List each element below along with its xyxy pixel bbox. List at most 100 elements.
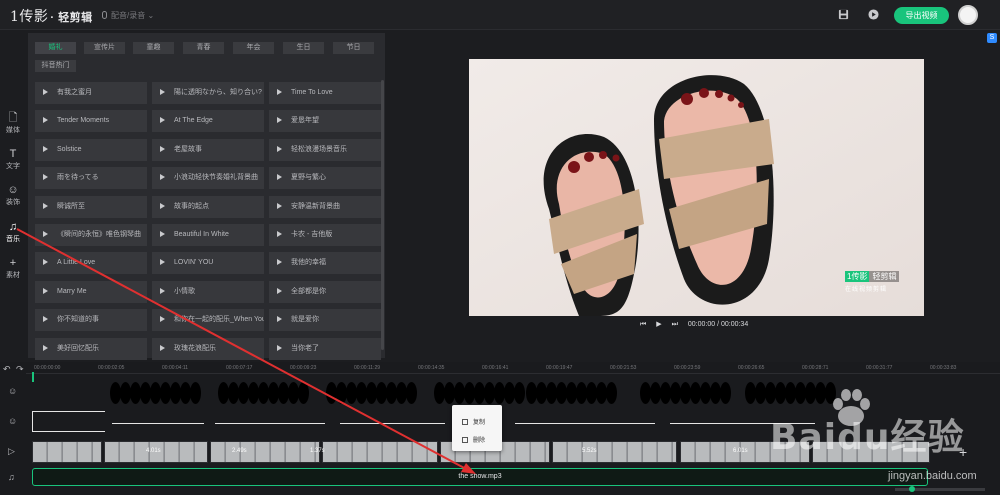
play-icon[interactable] (277, 145, 282, 152)
tab-annual[interactable]: 年会 (233, 42, 274, 54)
music-item[interactable]: Tender Moments (35, 110, 147, 133)
redo-icon[interactable]: ↷ (16, 364, 24, 375)
tab-kids[interactable]: 童趣 (133, 42, 174, 54)
tab-birthday[interactable]: 生日 (283, 42, 324, 54)
nav-decoration[interactable]: ☺ 装饰 (0, 183, 26, 207)
play-icon[interactable] (277, 287, 282, 294)
music-item[interactable]: 美好回忆配乐 (35, 337, 147, 360)
music-item[interactable]: At The Edge (152, 110, 264, 133)
video-clip[interactable] (210, 441, 320, 463)
text-clip[interactable] (32, 411, 105, 432)
sticker-clip[interactable] (720, 382, 731, 404)
music-item[interactable]: Marry Me (35, 280, 147, 303)
music-item[interactable]: 夏野与繁心 (269, 167, 381, 190)
play-icon[interactable] (160, 287, 165, 294)
playhead[interactable] (32, 372, 34, 382)
zoom-knob[interactable] (909, 486, 915, 492)
music-item[interactable]: 轻松浪漫场景音乐 (269, 138, 381, 161)
undo-icon[interactable]: ↶ (3, 364, 11, 375)
export-video-button[interactable]: 导出视频 (894, 7, 949, 24)
nav-media[interactable]: 🗋 媒体 (0, 111, 26, 135)
play-icon[interactable] (277, 117, 282, 124)
play-icon[interactable] (43, 287, 48, 294)
play-icon[interactable] (160, 259, 165, 266)
play-icon[interactable]: ▶ (656, 321, 661, 328)
sticker-clip[interactable] (406, 382, 417, 404)
music-item[interactable]: 《瞬间的永恒》唯色钢琴曲 (35, 224, 147, 246)
music-item[interactable]: Beautiful In White (152, 224, 264, 246)
sticker-clip[interactable] (190, 382, 201, 404)
play-icon[interactable] (43, 231, 48, 237)
video-clip[interactable] (322, 441, 438, 463)
play-icon[interactable] (277, 316, 282, 323)
music-item[interactable]: 当你老了 (269, 337, 381, 360)
play-icon[interactable] (277, 89, 282, 95)
play-icon[interactable] (160, 202, 165, 209)
music-item[interactable]: 就是爱你 (269, 309, 381, 332)
music-item[interactable]: 卡农 - 吉他版 (269, 224, 381, 246)
play-icon[interactable] (277, 231, 282, 237)
save-icon[interactable] (838, 9, 849, 20)
music-item[interactable]: 老屋故事 (152, 138, 264, 161)
play-icon[interactable] (160, 117, 165, 124)
music-item[interactable]: 玫瑰花浪配乐 (152, 337, 264, 360)
delete-menu-item[interactable]: 删除 (462, 435, 485, 444)
video-clip[interactable] (552, 441, 677, 463)
music-item[interactable]: 爱恳年望 (269, 110, 381, 133)
play-preview-icon[interactable] (868, 9, 879, 20)
play-icon[interactable] (277, 202, 282, 209)
play-icon[interactable] (43, 145, 48, 152)
music-item[interactable]: 故事的起点 (152, 195, 264, 218)
play-icon[interactable] (43, 316, 48, 323)
tab-wedding[interactable]: 婚礼 (35, 42, 76, 54)
tab-holiday[interactable]: 节日 (333, 42, 374, 54)
scrollbar[interactable] (381, 80, 384, 350)
play-icon[interactable] (160, 145, 165, 152)
sticker-clip[interactable] (606, 382, 617, 404)
play-icon[interactable] (43, 117, 48, 124)
play-icon[interactable] (160, 316, 165, 323)
play-icon[interactable] (277, 344, 282, 351)
play-icon[interactable] (43, 344, 48, 351)
music-item[interactable]: 小浪动轻快节奏婚礼背景曲 (152, 167, 264, 190)
play-icon[interactable] (277, 174, 282, 181)
play-icon[interactable] (43, 174, 48, 181)
music-item[interactable]: 有我之蜜月 (35, 82, 147, 104)
feedback-icon[interactable]: S (987, 33, 997, 43)
voice-dropdown[interactable]: 配音/录音 ⌄ (102, 10, 154, 21)
tab-youth[interactable]: 青春 (183, 42, 224, 54)
video-clip[interactable] (32, 441, 102, 463)
music-item[interactable]: 全部都是你 (269, 280, 381, 303)
play-icon[interactable] (160, 89, 165, 95)
zoom-slider[interactable] (895, 486, 985, 492)
play-icon[interactable] (160, 231, 165, 237)
music-item[interactable]: LOVIN' YOU (152, 252, 264, 275)
play-icon[interactable] (277, 259, 282, 266)
music-item[interactable]: 安静温新背景曲 (269, 195, 381, 218)
skip-forward-icon[interactable]: ⏭ (672, 321, 678, 328)
music-item[interactable]: 陽に透明なから、知り合い? (152, 82, 264, 104)
skip-back-icon[interactable]: ⏮ (640, 321, 646, 328)
play-icon[interactable] (43, 202, 48, 209)
play-icon[interactable] (160, 174, 165, 181)
sticker-clip[interactable] (514, 382, 525, 404)
music-item[interactable]: 我他的幸福 (269, 252, 381, 275)
music-item[interactable]: 雨を待ってる (35, 167, 147, 190)
nav-text[interactable]: T 文字 (0, 147, 26, 171)
nav-music[interactable]: ♫ 音乐 (0, 220, 26, 244)
music-item[interactable]: 和你在一起的配乐_When You Say... (152, 309, 264, 332)
copy-menu-item[interactable]: 复制 (462, 417, 485, 426)
tab-promo[interactable]: 宣传片 (84, 42, 125, 54)
audio-clip[interactable]: the show.mp3 (32, 468, 928, 486)
play-icon[interactable] (43, 259, 48, 266)
nav-material[interactable]: + 素材 (0, 256, 26, 280)
play-icon[interactable] (43, 89, 48, 95)
sticker-clip[interactable] (298, 382, 309, 404)
music-item[interactable]: Solstice (35, 138, 147, 161)
music-item[interactable]: 瞬诚所至 (35, 195, 147, 218)
music-item[interactable]: 你不知道的事 (35, 309, 147, 332)
music-item[interactable]: 小情歌 (152, 280, 264, 303)
music-item[interactable]: A Little Love (35, 252, 147, 275)
tab-douyin[interactable]: 抖音热门 (35, 60, 76, 72)
avatar[interactable] (958, 5, 978, 25)
